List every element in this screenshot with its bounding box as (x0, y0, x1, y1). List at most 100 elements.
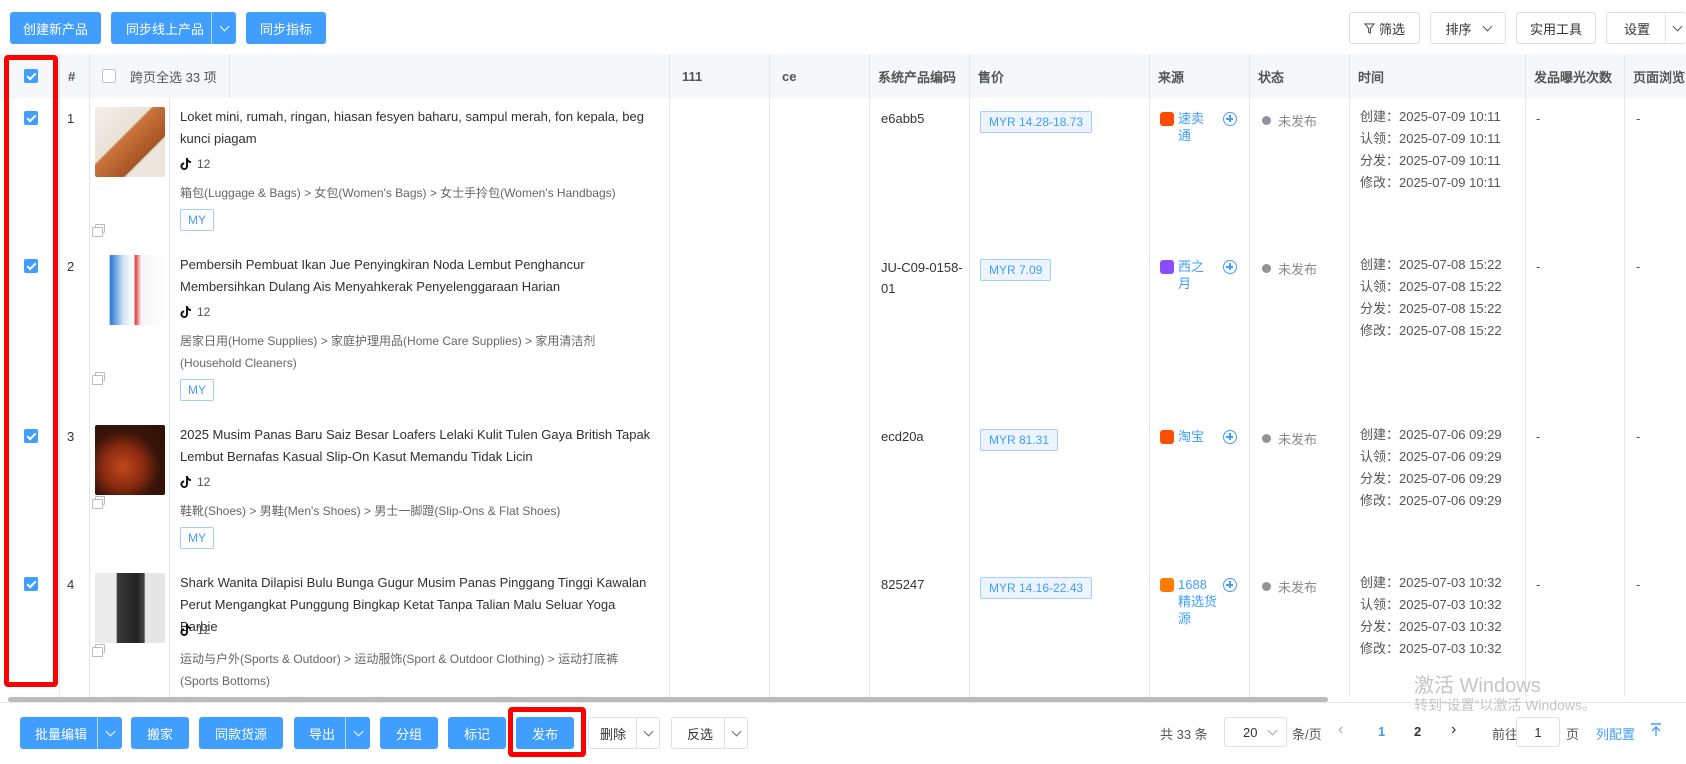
product-thumbnail[interactable] (95, 255, 165, 325)
source-link[interactable]: 1688精选货源 (1160, 576, 1218, 627)
product-sku: JU-C09-0158-01 (881, 260, 963, 296)
sync-online-dropdown[interactable] (211, 12, 236, 44)
time-distributed: 分发：2025-07-09 10:11 (1360, 153, 1501, 168)
tools-button[interactable]: 实用工具 (1516, 12, 1596, 44)
exposure-value: - (1536, 111, 1541, 126)
prev-page-icon[interactable]: ‹ (1338, 721, 1343, 739)
invert-selection-button[interactable]: 反选 (671, 717, 748, 749)
time-info: 创建：2025-07-06 09:29 认领：2025-07-06 09:29 … (1360, 424, 1502, 512)
export-button[interactable]: 导出 (294, 717, 370, 749)
product-thumbnail[interactable] (95, 107, 165, 177)
table-row: 2 Pembersih Pembuat Ikan Jue Penyingkira… (0, 246, 1686, 417)
header-views: 页面浏览 (1633, 69, 1686, 85)
delete-button[interactable]: 删除 (588, 717, 660, 749)
time-claimed: 认领：2025-07-08 15:22 (1360, 279, 1502, 294)
copy-icon[interactable] (92, 496, 105, 509)
product-title[interactable]: Pembersih Pembuat Ikan Jue Penyingkiran … (180, 254, 655, 298)
price-tag: MYR 14.28-18.73 (980, 111, 1093, 133)
product-title[interactable]: Shark Wanita Dilapisi Bulu Bunga Gugur M… (180, 572, 655, 638)
checkbox-highlight-box (4, 55, 58, 687)
move-button[interactable]: 搬家 (131, 717, 189, 749)
views-value: - (1636, 111, 1641, 126)
aliexpress-icon (1160, 112, 1174, 126)
same-source-button[interactable]: 同款货源 (199, 717, 283, 749)
chevron-down-icon (1267, 725, 1278, 736)
invert-label: 反选 (687, 726, 714, 742)
table-row: 1 Loket mini, rumah, ringan, hiasan fesy… (0, 98, 1686, 247)
source-name[interactable]: 淘宝 (1178, 428, 1204, 445)
goto-label: 前往 (1492, 727, 1519, 742)
xizhiyue-icon (1160, 260, 1174, 274)
time-created: 创建：2025-07-03 10:32 (1360, 575, 1502, 590)
status-dot (1262, 264, 1271, 273)
page-1[interactable]: 1 (1378, 724, 1385, 739)
page-size-select[interactable]: 20 (1224, 717, 1287, 747)
add-source-icon[interactable] (1223, 430, 1237, 444)
cross-page-select[interactable]: 跨页全选 33 项 (90, 54, 230, 98)
copy-icon[interactable] (92, 372, 105, 385)
product-thumbnail[interactable] (95, 425, 165, 495)
product-thumbnail[interactable] (95, 573, 165, 643)
source-link[interactable]: 西之月 (1160, 258, 1216, 292)
time-info: 创建：2025-07-09 10:11 认领：2025-07-09 10:11 … (1360, 106, 1501, 194)
settings-button[interactable]: 设置 (1606, 12, 1686, 44)
table-row: 3 2025 Musim Panas Baru Saiz Besar Loafe… (0, 416, 1686, 565)
sync-metrics-button[interactable]: 同步指标 (246, 12, 326, 44)
export-dropdown[interactable] (345, 717, 370, 749)
source-link[interactable]: 速卖通 (1160, 110, 1216, 144)
time-created: 创建：2025-07-06 09:29 (1360, 427, 1502, 442)
source-link[interactable]: 淘宝 (1160, 428, 1216, 445)
mark-button[interactable]: 标记 (448, 717, 506, 749)
group-button[interactable]: 分组 (380, 717, 438, 749)
back-to-top-icon[interactable] (1650, 723, 1662, 737)
sync-online-button[interactable]: 同步线上产品 (111, 12, 236, 44)
next-page-icon[interactable]: › (1451, 721, 1456, 739)
batch-edit-dropdown[interactable] (97, 717, 122, 749)
status-badge: 未发布 (1262, 577, 1317, 596)
source-name[interactable]: 速卖通 (1178, 110, 1216, 144)
header-index: # (60, 54, 90, 98)
product-title[interactable]: Loket mini, rumah, ringan, hiasan fesyen… (180, 106, 655, 150)
copy-icon[interactable] (92, 224, 105, 237)
delete-dropdown[interactable] (636, 718, 659, 748)
filter-label: 筛选 (1378, 21, 1405, 37)
table-header: # 跨页全选 33 项 111 ce 系统产品编码 售价 来源 状态 时间 发品… (0, 54, 1686, 99)
add-source-icon[interactable] (1223, 578, 1237, 592)
filter-button[interactable]: 筛选 (1349, 12, 1420, 44)
region-tag: MY (180, 379, 214, 401)
product-sku: 825247 (881, 577, 925, 592)
time-distributed: 分发：2025-07-06 09:29 (1360, 471, 1502, 486)
time-claimed: 认领：2025-07-09 10:11 (1360, 131, 1501, 146)
page-2[interactable]: 2 (1414, 724, 1421, 739)
settings-dropdown[interactable] (1665, 13, 1686, 43)
status-dot (1262, 116, 1271, 125)
per-page-label: 条/页 (1292, 727, 1322, 742)
row-index: 1 (67, 111, 75, 126)
region-tag: MY (180, 209, 214, 231)
sort-button[interactable]: 排序 (1430, 12, 1506, 44)
create-product-button[interactable]: 创建新产品 (10, 12, 101, 44)
tiktok-count: 12 (197, 623, 211, 637)
tiktok-info: 12 (180, 475, 210, 489)
add-source-icon[interactable] (1223, 260, 1237, 274)
cross-page-checkbox[interactable] (102, 69, 116, 83)
batch-edit-button[interactable]: 批量编辑 (20, 717, 122, 749)
header-sku: 系统产品编码 (870, 54, 970, 98)
exposure-value: - (1536, 577, 1541, 592)
source-name[interactable]: 西之月 (1178, 258, 1216, 292)
price-tag: MYR 14.16-22.43 (980, 577, 1093, 599)
status-text: 未发布 (1278, 262, 1318, 277)
goto-page-input[interactable]: 1 (1516, 717, 1560, 747)
chevron-down-icon (731, 726, 741, 737)
sort-label: 排序 (1445, 21, 1472, 37)
publish-highlight-box (508, 707, 586, 757)
column-config-link[interactable]: 列配置 (1596, 724, 1635, 743)
time-modified: 修改：2025-07-03 10:32 (1360, 641, 1502, 656)
source-name[interactable]: 1688精选货源 (1178, 576, 1218, 627)
header-111: 111 (670, 54, 770, 98)
product-title[interactable]: 2025 Musim Panas Baru Saiz Besar Loafers… (180, 424, 655, 468)
invert-dropdown[interactable] (724, 718, 747, 748)
add-source-icon[interactable] (1223, 112, 1237, 126)
price-tag: MYR 81.31 (980, 429, 1059, 451)
copy-icon[interactable] (92, 644, 105, 657)
